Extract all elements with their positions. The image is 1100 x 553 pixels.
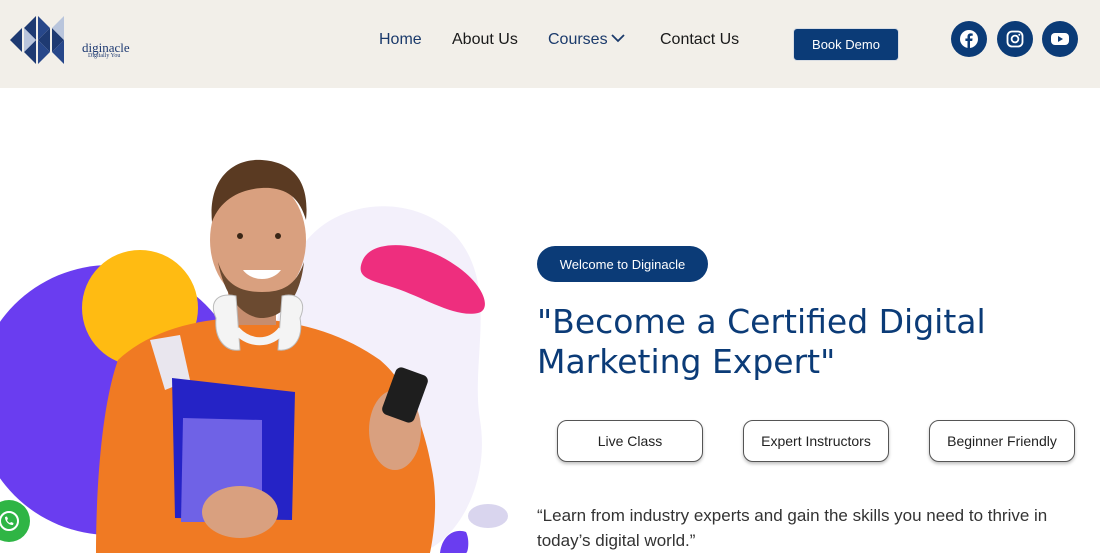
welcome-badge-button[interactable]: Welcome to Diginacle [537, 246, 708, 282]
instagram-link[interactable] [997, 21, 1033, 57]
facebook-icon [960, 30, 978, 48]
youtube-link[interactable] [1042, 21, 1078, 57]
book-demo-button[interactable]: Book Demo [793, 28, 899, 61]
nav-courses[interactable]: Courses [548, 31, 608, 49]
site-header: diginacle Digitally You Home About Us Co… [0, 0, 1100, 88]
quote-line-2: today’s digital world.” [537, 531, 696, 550]
feature-beginner-friendly: Beginner Friendly [929, 420, 1075, 462]
nav-about-us[interactable]: About Us [452, 31, 518, 49]
headline-line-2: Marketing Expert" [537, 342, 836, 381]
headline-line-1: "Become a Certified Digital [537, 302, 986, 341]
brand-tagline: Digitally You [88, 53, 121, 59]
quote-line-1: “Learn from industry experts and gain th… [537, 506, 1048, 525]
small-oval-shape [468, 504, 508, 528]
nav-home[interactable]: Home [379, 31, 422, 49]
whatsapp-icon [0, 511, 19, 531]
nav-contact-us[interactable]: Contact Us [660, 31, 739, 49]
youtube-icon [1051, 33, 1069, 45]
facebook-link[interactable] [951, 21, 987, 57]
hero-headline: "Become a Certified Digital Marketing Ex… [537, 302, 1057, 382]
instagram-icon [1006, 30, 1024, 48]
person-hand-left-shape [202, 486, 278, 538]
hero-quote: “Learn from industry experts and gain th… [537, 503, 1077, 553]
feature-live-class: Live Class [557, 420, 703, 462]
logo-mark-icon [10, 16, 64, 64]
hero-illustration [0, 159, 508, 553]
chevron-down-icon[interactable] [610, 32, 626, 44]
brand-logo[interactable]: diginacle Digitally You [8, 10, 130, 70]
feature-expert-instructors: Expert Instructors [743, 420, 889, 462]
